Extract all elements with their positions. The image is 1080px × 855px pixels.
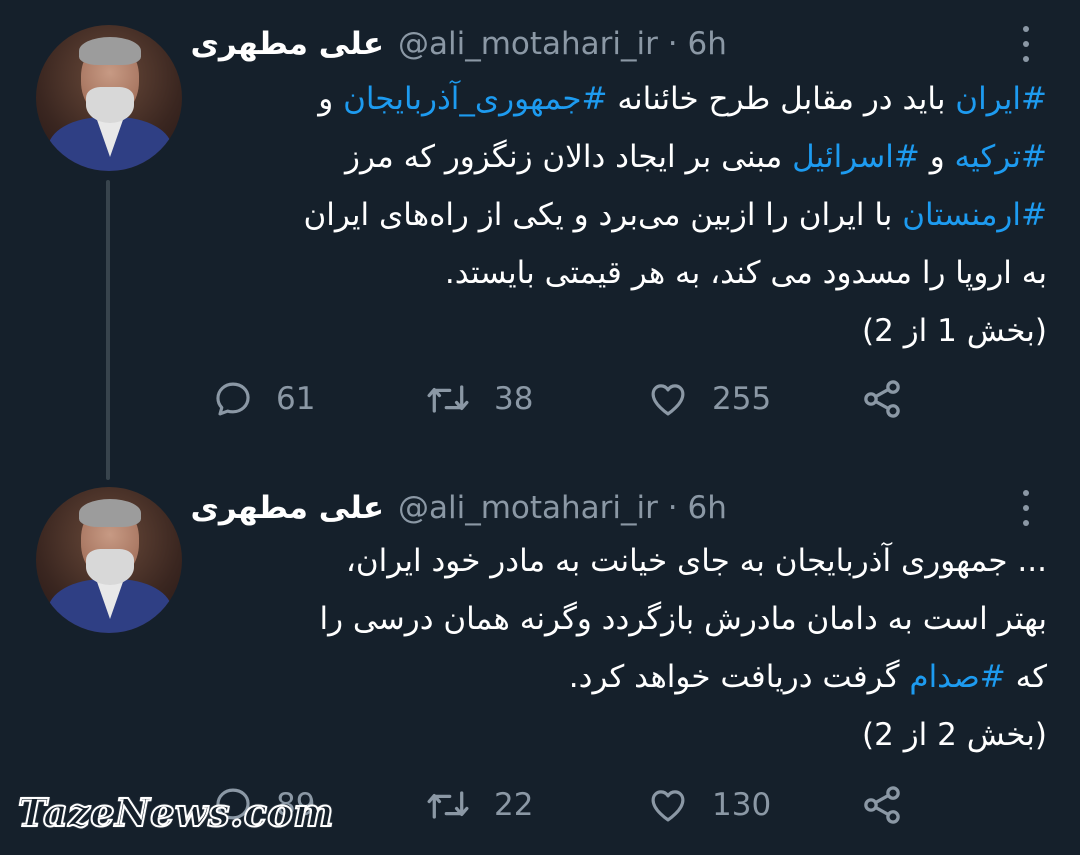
tweet-text-segment: ... جمهوری آذربایجان به جای خیانت به ماد… <box>345 543 1047 579</box>
like-count: 130 <box>712 787 772 823</box>
hashtag-link[interactable]: #جمهوری_آذربایجان <box>343 81 607 117</box>
tweet-text-line: بهتر است به دامان مادرش بازگردد وگرنه هم… <box>212 590 1048 648</box>
tweet-text-segment: گرفت دریافت خواهد کرد. <box>568 659 910 695</box>
avatar[interactable] <box>36 25 182 171</box>
tweet-text-line: (بخش 2 از 2) <box>212 706 1047 764</box>
more-icon[interactable] <box>1020 490 1032 526</box>
tweet-text-line: (بخش 1 از 2) <box>212 302 1047 360</box>
hashtag-link[interactable]: #اسرائیل <box>792 139 920 175</box>
retweet-button[interactable]: 38 <box>424 374 533 424</box>
tweet-text-segment: با ایران را ازبین می‌برد و یکی از راه‌ها… <box>303 197 903 233</box>
hashtag-link[interactable]: #ترکیه <box>955 139 1047 175</box>
display-name[interactable]: علی مطهری <box>190 490 384 526</box>
separator: · <box>667 490 678 526</box>
reply-count: 61 <box>276 381 316 417</box>
timestamp[interactable]: 6h <box>687 490 726 526</box>
tweet-text: #ایران باید در مقابل طرح خائنانه #جمهوری… <box>212 70 1047 360</box>
avatar[interactable] <box>36 487 182 633</box>
tweet-text-segment: بهتر است به دامان مادرش بازگردد وگرنه هم… <box>319 601 1048 637</box>
display-name[interactable]: علی مطهری <box>190 26 384 62</box>
watermark: TazeNews.com <box>17 789 334 836</box>
tweet-meta: @ali_motahari_ir · 6h <box>398 490 727 526</box>
retweet-icon <box>427 791 469 819</box>
handle[interactable]: @ali_motahari_ir <box>398 26 658 62</box>
like-button[interactable]: 130 <box>646 780 771 830</box>
tweet-text-segment: که <box>1005 659 1047 695</box>
tweet-text: ... جمهوری آذربایجان به جای خیانت به ماد… <box>212 532 1048 764</box>
like-button[interactable]: 255 <box>646 374 771 424</box>
like-icon <box>651 790 685 822</box>
retweet-count: 22 <box>494 787 534 823</box>
share-button[interactable] <box>860 374 904 424</box>
tweet-text-line: ... جمهوری آذربایجان به جای خیانت به ماد… <box>212 532 1047 590</box>
reply-button[interactable]: 61 <box>212 374 315 424</box>
tweet-text-segment: (بخش 2 از 2) <box>862 717 1047 753</box>
retweet-icon <box>427 385 469 413</box>
tweet-text-segment: (بخش 1 از 2) <box>862 313 1047 349</box>
separator: · <box>667 26 678 62</box>
hashtag-link[interactable]: #ایران <box>955 81 1047 117</box>
like-count: 255 <box>712 381 772 417</box>
tweet-text-line: که #صدام گرفت دریافت خواهد کرد. <box>212 648 1047 706</box>
handle[interactable]: @ali_motahari_ir <box>398 490 658 526</box>
retweet-count: 38 <box>494 381 534 417</box>
hashtag-link[interactable]: #صدام <box>909 659 1005 695</box>
reply-icon <box>216 382 250 416</box>
tweet-text-segment: و <box>919 139 955 175</box>
share-icon <box>864 380 900 418</box>
action-bar: 61 38 255 <box>212 374 932 424</box>
tweet-text-line: به اروپا را مسدود می کند، به هر قیمتی با… <box>212 244 1047 302</box>
hashtag-link[interactable]: #ارمنستان <box>902 197 1047 233</box>
more-icon[interactable] <box>1020 26 1032 62</box>
like-icon <box>651 384 685 416</box>
tweet-text-line: #ارمنستان با ایران را ازبین می‌برد و یکی… <box>212 186 1047 244</box>
tweet-1[interactable]: علی مطهری @ali_motahari_ir · 6h #ایران ب… <box>0 0 1080 480</box>
tweet-text-segment: و <box>318 81 344 117</box>
timestamp[interactable]: 6h <box>687 26 726 62</box>
retweet-button[interactable]: 22 <box>424 780 533 830</box>
share-icon <box>864 786 900 824</box>
tweet-text-segment: مبنی بر ایجاد دالان زنگزور که مرز <box>345 139 793 175</box>
tweet-text-line: #ایران باید در مقابل طرح خائنانه #جمهوری… <box>212 70 1047 128</box>
share-button[interactable] <box>860 780 904 830</box>
thread-line <box>106 180 110 480</box>
tweet-text-segment: باید در مقابل طرح خائنانه <box>607 81 956 117</box>
tweet-text-line: #ترکیه و #اسرائیل مبنی بر ایجاد دالان زن… <box>212 128 1047 186</box>
tweet-meta: @ali_motahari_ir · 6h <box>398 26 727 62</box>
tweet-text-segment: به اروپا را مسدود می کند، به هر قیمتی با… <box>444 255 1047 291</box>
